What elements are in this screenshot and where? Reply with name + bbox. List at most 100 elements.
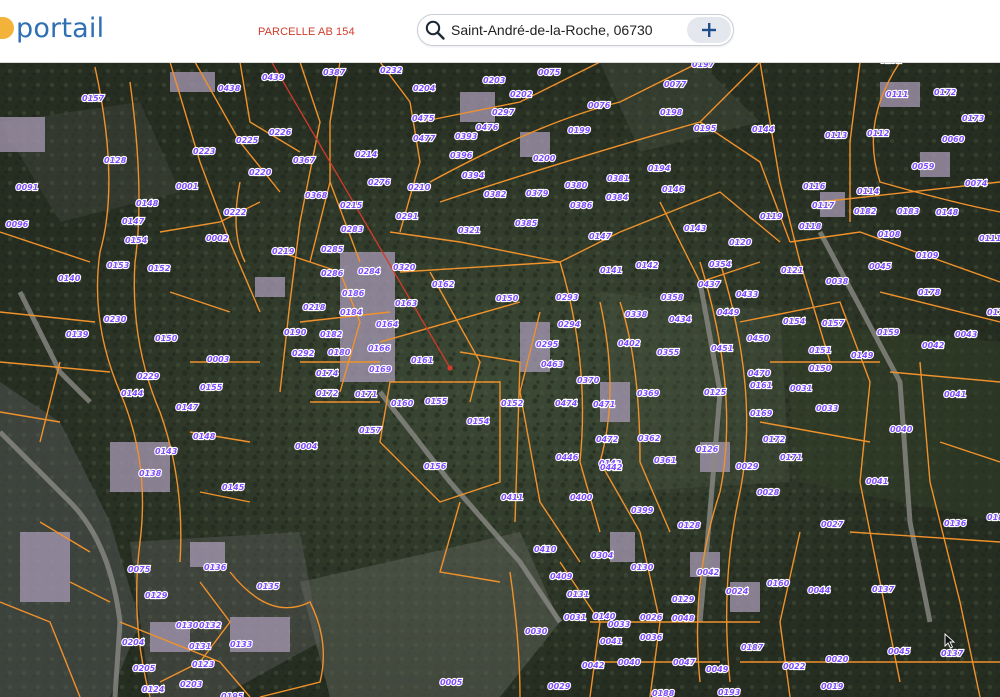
parcel-label[interactable]: 0178 bbox=[917, 287, 942, 298]
parcel-label[interactable]: 0148 bbox=[135, 198, 160, 209]
cadastral-map[interactable]: 0075007701970151011101720173020302020297… bbox=[0, 62, 1000, 697]
parcel-label[interactable]: 0003 bbox=[206, 354, 231, 365]
parcel-label[interactable]: 0215 bbox=[339, 200, 364, 211]
parcel-label[interactable]: 0075 bbox=[537, 67, 562, 78]
parcel-label[interactable]: 0120 bbox=[728, 237, 753, 248]
parcel-label[interactable]: 0291 bbox=[395, 211, 419, 222]
parcel-label[interactable]: 0194 bbox=[647, 163, 672, 174]
parcel-label[interactable]: 0059 bbox=[911, 161, 936, 172]
parcel-label[interactable]: 0038 bbox=[825, 276, 850, 287]
parcel-label[interactable]: 0382 bbox=[483, 189, 508, 200]
parcel-label[interactable]: 0142 bbox=[635, 260, 660, 271]
parcel-label[interactable]: 0451 bbox=[710, 343, 734, 354]
parcel-label[interactable]: 0109 bbox=[915, 250, 940, 261]
parcel-label[interactable]: 0355 bbox=[656, 347, 681, 358]
parcel-label[interactable]: 0160 bbox=[390, 398, 415, 409]
parcel-label[interactable]: 0042 bbox=[921, 340, 946, 351]
parcel-label[interactable]: 0139 bbox=[65, 329, 90, 340]
parcel-label[interactable]: 0153 bbox=[106, 260, 131, 271]
parcel-label[interactable]: 0370 bbox=[576, 375, 601, 386]
parcel-label[interactable]: 0143 bbox=[154, 446, 179, 457]
parcel-label[interactable]: 0157 bbox=[81, 93, 106, 104]
parcel-label[interactable]: 0128 bbox=[677, 520, 702, 531]
parcel-label[interactable]: 0386 bbox=[569, 200, 594, 211]
parcel-label[interactable]: 0030 bbox=[524, 626, 549, 637]
parcel-label[interactable]: 0396 bbox=[449, 150, 474, 161]
parcel-label[interactable]: 0187 bbox=[740, 642, 765, 653]
parcel-label[interactable]: 0199 bbox=[567, 125, 592, 136]
parcel-label[interactable]: 0019 bbox=[820, 681, 845, 692]
parcel-label[interactable]: 0157 bbox=[821, 318, 846, 329]
parcel-label[interactable]: 0041 bbox=[943, 389, 967, 400]
parcel-label[interactable]: 0286 bbox=[320, 268, 345, 279]
parcel-label[interactable]: 0393 bbox=[454, 131, 479, 142]
parcel-label[interactable]: 0022 bbox=[782, 661, 807, 672]
parcel-label[interactable]: 0020 bbox=[825, 654, 850, 665]
parcel-label[interactable]: 0205 bbox=[132, 663, 157, 674]
parcel-label[interactable]: 0154 bbox=[124, 235, 149, 246]
parcel-label[interactable]: 0283 bbox=[340, 224, 365, 235]
parcel-label[interactable]: 0091 bbox=[15, 182, 39, 193]
parcel-label[interactable]: 0293 bbox=[555, 292, 580, 303]
logo[interactable]: portail bbox=[0, 10, 104, 46]
parcel-label[interactable]: 0043 bbox=[954, 329, 979, 340]
parcel-label[interactable]: 0222 bbox=[223, 207, 248, 218]
parcel-label[interactable]: 0144 bbox=[751, 124, 776, 135]
parcel-label[interactable]: 0173 bbox=[961, 113, 986, 124]
parcel-label[interactable]: 0146 bbox=[661, 184, 686, 195]
parcel-label[interactable]: 0475 bbox=[411, 113, 436, 124]
parcel-label[interactable]: 0075 bbox=[127, 564, 152, 575]
parcel-label[interactable]: 0177 bbox=[986, 307, 1000, 318]
parcel-label[interactable]: 0369 bbox=[636, 388, 661, 399]
parcel-label[interactable]: 0111 bbox=[885, 89, 909, 100]
parcel-label[interactable]: 0470 bbox=[747, 368, 772, 379]
parcel-label[interactable]: 0450 bbox=[746, 333, 771, 344]
parcel-label[interactable]: 0024 bbox=[725, 586, 750, 597]
parcel-label[interactable]: 0161 bbox=[410, 355, 434, 366]
parcel-label[interactable]: 0182 bbox=[319, 329, 344, 340]
parcel-label[interactable]: 0004 bbox=[294, 441, 319, 452]
parcel-label[interactable]: 0005 bbox=[439, 677, 464, 688]
parcel-label[interactable]: 0172 bbox=[933, 87, 958, 98]
parcel-label[interactable]: 0446 bbox=[555, 452, 580, 463]
parcel-label[interactable]: 0229 bbox=[136, 371, 161, 382]
parcel-label[interactable]: 0136 bbox=[943, 518, 968, 529]
parcel-label[interactable]: 0285 bbox=[320, 244, 345, 255]
parcel-label[interactable]: 0188 bbox=[651, 688, 676, 697]
parcel-label[interactable]: 0149 bbox=[850, 350, 875, 361]
parcel-label[interactable]: 0123 bbox=[191, 659, 216, 670]
parcel-label[interactable]: 0044 bbox=[807, 585, 832, 596]
parcel-label[interactable]: 0463 bbox=[540, 359, 565, 370]
parcel-label[interactable]: 0126 bbox=[695, 444, 720, 455]
parcel-label[interactable]: 0449 bbox=[716, 307, 741, 318]
parcel-label[interactable]: 0144 bbox=[120, 388, 145, 399]
parcel-label[interactable]: 0409 bbox=[549, 571, 574, 582]
parcel-label[interactable]: 0411 bbox=[500, 492, 524, 503]
parcel-label[interactable]: 0294 bbox=[557, 319, 582, 330]
parcel-label[interactable]: 0387 bbox=[322, 67, 347, 78]
parcel-label[interactable]: 0140 bbox=[57, 273, 82, 284]
parcel-label[interactable]: 0195 bbox=[693, 123, 718, 134]
parcel-label[interactable]: 0204 bbox=[121, 637, 146, 648]
parcel-label[interactable]: 0362 bbox=[637, 433, 662, 444]
parcel-label[interactable]: 0031 bbox=[789, 383, 813, 394]
parcel-label[interactable]: 0117 bbox=[811, 200, 836, 211]
parcel-label[interactable]: 0042 bbox=[696, 567, 721, 578]
parcel-label[interactable]: 0297 bbox=[491, 107, 516, 118]
parcel-label[interactable]: 0148 bbox=[192, 431, 217, 442]
parcel-label[interactable]: 0200 bbox=[532, 153, 557, 164]
parcel-label[interactable]: 0284 bbox=[357, 266, 382, 277]
parcel-label[interactable]: 0276 bbox=[367, 177, 392, 188]
search-icon[interactable] bbox=[424, 19, 446, 41]
parcel-label[interactable]: 0074 bbox=[964, 178, 989, 189]
parcel-label[interactable]: 0202 bbox=[509, 89, 534, 100]
parcel-label[interactable]: 0169 bbox=[368, 364, 393, 375]
parcel-label[interactable]: 0394 bbox=[461, 170, 486, 181]
parcel-label[interactable]: 0131 bbox=[566, 589, 590, 600]
parcel-label[interactable]: 0186 bbox=[341, 288, 366, 299]
parcel-label[interactable]: 0154 bbox=[782, 316, 807, 327]
parcel-label[interactable]: 0137 bbox=[871, 584, 896, 595]
parcel-label[interactable]: 0193 bbox=[717, 687, 742, 697]
parcel-label[interactable]: 0379 bbox=[525, 188, 550, 199]
parcel-label[interactable]: 0198 bbox=[659, 107, 684, 118]
